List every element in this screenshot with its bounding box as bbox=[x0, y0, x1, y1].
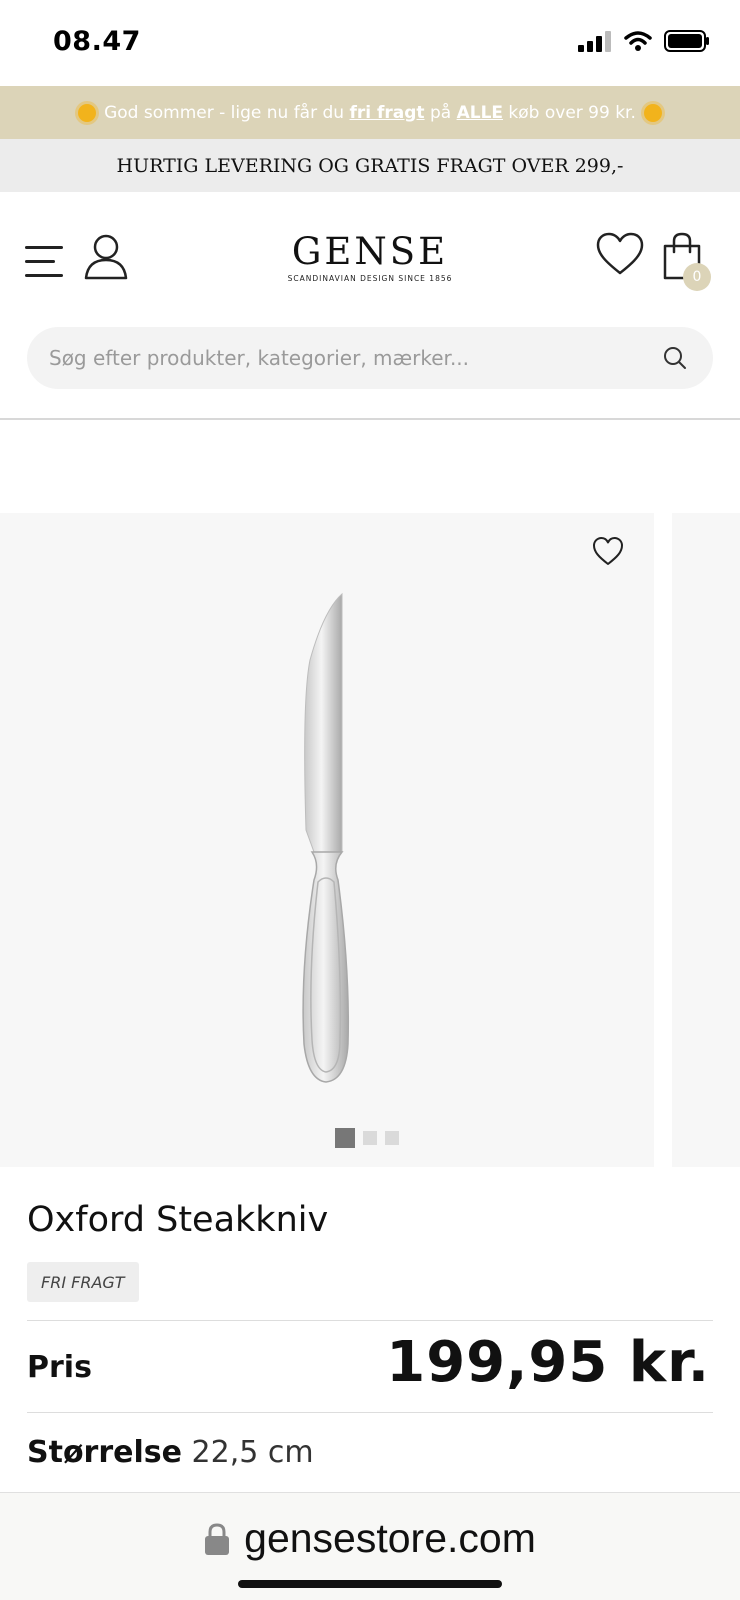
logo-tagline: SCANDINAVIAN DESIGN SINCE 1856 bbox=[287, 274, 453, 283]
status-time: 08.47 bbox=[53, 26, 141, 57]
sun-icon bbox=[78, 103, 97, 122]
search-bar bbox=[27, 327, 713, 389]
delivery-banner: HURTIG LEVERING OG GRATIS FRAGT OVER 299… bbox=[0, 139, 740, 192]
url-display[interactable]: gensestore.com bbox=[0, 1515, 740, 1562]
price-label: Pris bbox=[27, 1350, 92, 1385]
search-icon[interactable] bbox=[663, 346, 687, 370]
status-icons bbox=[578, 30, 710, 52]
divider bbox=[27, 1412, 713, 1413]
promo-link-all[interactable]: ALLE bbox=[457, 103, 503, 123]
carousel-dot[interactable] bbox=[335, 1128, 355, 1148]
carousel-dot[interactable] bbox=[385, 1131, 399, 1145]
menu-icon[interactable] bbox=[25, 242, 65, 280]
home-indicator[interactable] bbox=[238, 1580, 502, 1588]
wifi-icon bbox=[624, 31, 652, 51]
size-value: 22,5 cm bbox=[191, 1435, 314, 1470]
url-text[interactable]: gensestore.com bbox=[244, 1515, 536, 1562]
sun-icon bbox=[643, 103, 662, 122]
promo-banner: God sommer - lige nu får du fri fragt på… bbox=[0, 86, 740, 139]
header-divider bbox=[0, 418, 740, 420]
gense-logo[interactable]: GENSE SCANDINAVIAN DESIGN SINCE 1856 bbox=[270, 230, 470, 284]
product-title: Oxford Steakkniv bbox=[27, 1200, 329, 1240]
price-value: 199,95 kr. bbox=[386, 1330, 710, 1395]
site-header: GENSE SCANDINAVIAN DESIGN SINCE 1856 0 bbox=[0, 192, 740, 322]
promo-text-after: køb over 99 kr. bbox=[508, 102, 636, 123]
status-bar: 08.47 bbox=[0, 0, 740, 86]
size-row: Størrelse 22,5 cm bbox=[27, 1435, 314, 1470]
promo-link-free-shipping[interactable]: fri fragt bbox=[349, 103, 424, 123]
promo-text-mid: på bbox=[429, 102, 452, 123]
user-icon[interactable] bbox=[84, 234, 128, 280]
wishlist-heart-icon[interactable] bbox=[592, 536, 624, 566]
next-image-peek[interactable] bbox=[672, 513, 740, 1167]
battery-icon bbox=[664, 30, 709, 52]
cart-count-badge: 0 bbox=[683, 263, 711, 291]
promo-text-before: God sommer - lige nu får du bbox=[104, 102, 345, 123]
free-shipping-badge: FRI FRAGT bbox=[27, 1262, 139, 1302]
logo-wordmark: GENSE bbox=[291, 230, 449, 273]
carousel-dots bbox=[335, 1128, 399, 1148]
heart-icon[interactable] bbox=[596, 232, 644, 276]
carousel-dot[interactable] bbox=[363, 1131, 377, 1145]
lock-icon bbox=[205, 1522, 230, 1555]
signal-icon bbox=[578, 31, 611, 52]
size-label: Størrelse bbox=[27, 1435, 182, 1470]
search-input[interactable] bbox=[49, 327, 629, 389]
product-knife-image bbox=[302, 592, 350, 1083]
divider bbox=[27, 1320, 713, 1321]
